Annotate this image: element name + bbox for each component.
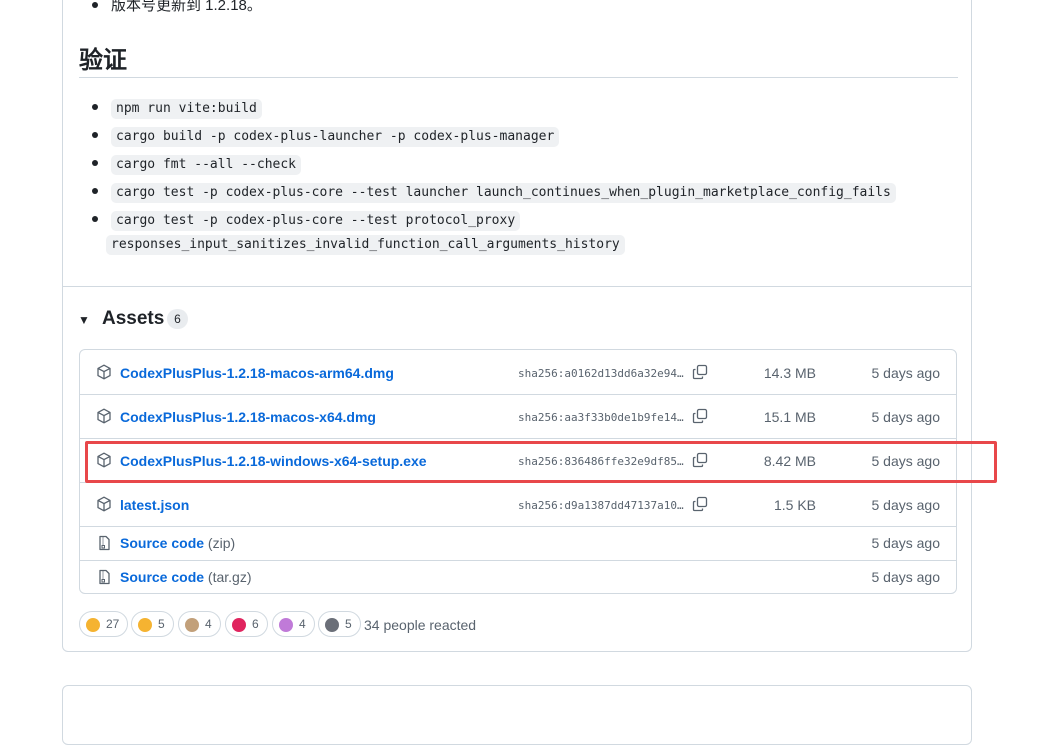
asset-size: 14.3 MB bbox=[763, 365, 816, 381]
row-divider bbox=[80, 394, 956, 395]
asset-date: 5 days ago bbox=[871, 569, 941, 585]
command-code: cargo test -p codex-plus-core --test pro… bbox=[111, 211, 521, 231]
next-release-card bbox=[62, 685, 972, 745]
copy-icon[interactable] bbox=[692, 408, 708, 424]
reaction-eyes[interactable]: 5 bbox=[318, 611, 361, 637]
reaction-thumbs-up[interactable]: 27 bbox=[79, 611, 128, 637]
command-code: npm run vite:build bbox=[111, 99, 262, 119]
reacted-summary[interactable]: 34 people reacted bbox=[364, 617, 476, 633]
asset-date: 5 days ago bbox=[871, 409, 941, 425]
highlight-box bbox=[85, 441, 997, 483]
source-label: Source code bbox=[120, 569, 205, 585]
command-code: cargo fmt --all --check bbox=[111, 155, 302, 175]
heart-icon bbox=[232, 617, 246, 632]
package-icon bbox=[97, 364, 111, 380]
bullet-dot bbox=[92, 188, 98, 194]
laugh-icon bbox=[138, 617, 152, 632]
asset-sha: sha256:aa3f33b0de1b9fe14… bbox=[518, 411, 684, 424]
asset-date: 5 days ago bbox=[871, 497, 941, 513]
assets-count-badge: 6 bbox=[167, 309, 188, 329]
section-divider bbox=[63, 286, 971, 287]
asset-sha: sha256:d9a1387dd47137a10… bbox=[518, 499, 684, 512]
copy-icon[interactable] bbox=[692, 496, 708, 512]
row-divider bbox=[80, 560, 956, 561]
rocket-icon bbox=[279, 617, 293, 632]
reaction-heart[interactable]: 6 bbox=[225, 611, 268, 637]
reaction-count: 4 bbox=[205, 617, 212, 631]
reaction-count: 5 bbox=[158, 617, 165, 631]
assets-toggle-icon[interactable]: ▼ bbox=[78, 313, 90, 327]
bullet-dot bbox=[92, 104, 98, 110]
source-format: (tar.gz) bbox=[207, 569, 252, 585]
eyes-icon bbox=[325, 617, 339, 632]
source-format: (zip) bbox=[207, 535, 236, 551]
reaction-count: 5 bbox=[345, 617, 352, 631]
asset-date: 5 days ago bbox=[871, 365, 941, 381]
asset-link[interactable]: CodexPlusPlus-1.2.18-macos-arm64.dmg bbox=[120, 365, 394, 381]
row-divider bbox=[80, 526, 956, 527]
bullet-dot bbox=[92, 160, 98, 166]
file-zip-icon bbox=[99, 535, 110, 551]
bullet-dot bbox=[92, 216, 98, 222]
package-icon bbox=[97, 496, 111, 512]
version-bullet-text: 版本号更新到 1.2.18。 bbox=[111, 0, 262, 14]
package-icon bbox=[97, 408, 111, 424]
reaction-hooray[interactable]: 4 bbox=[178, 611, 221, 637]
assets-title[interactable]: Assets bbox=[102, 308, 164, 330]
command-code: responses_input_sanitizes_invalid_functi… bbox=[106, 235, 625, 255]
asset-size: 15.1 MB bbox=[763, 409, 816, 425]
row-divider bbox=[80, 438, 956, 439]
asset-sha: sha256:a0162d13dd6a32e94… bbox=[518, 367, 684, 380]
file-zip-icon bbox=[99, 569, 110, 585]
hooray-icon bbox=[185, 617, 199, 632]
bullet-dot bbox=[92, 2, 98, 8]
asset-link[interactable]: CodexPlusPlus-1.2.18-macos-x64.dmg bbox=[120, 409, 376, 425]
asset-link[interactable]: latest.json bbox=[120, 497, 189, 513]
reaction-count: 27 bbox=[106, 617, 120, 631]
reaction-count: 6 bbox=[252, 617, 259, 631]
asset-date: 5 days ago bbox=[871, 535, 941, 551]
source-label: Source code bbox=[120, 535, 205, 551]
heading-divider bbox=[79, 77, 958, 78]
source-zip-link[interactable]: Source code (zip) bbox=[120, 535, 235, 551]
reaction-rocket[interactable]: 4 bbox=[272, 611, 315, 637]
command-code: cargo build -p codex-plus-launcher -p co… bbox=[111, 127, 560, 147]
source-targz-link[interactable]: Source code (tar.gz) bbox=[120, 569, 252, 585]
reaction-laugh[interactable]: 5 bbox=[131, 611, 174, 637]
copy-icon[interactable] bbox=[692, 364, 708, 380]
bullet-dot bbox=[92, 132, 98, 138]
reaction-count: 4 bbox=[299, 617, 306, 631]
command-code: cargo test -p codex-plus-core --test lau… bbox=[111, 183, 896, 203]
verify-heading: 验证 bbox=[79, 46, 127, 74]
asset-size: 1.5 KB bbox=[773, 497, 816, 513]
thumbs-up-icon bbox=[86, 617, 100, 632]
